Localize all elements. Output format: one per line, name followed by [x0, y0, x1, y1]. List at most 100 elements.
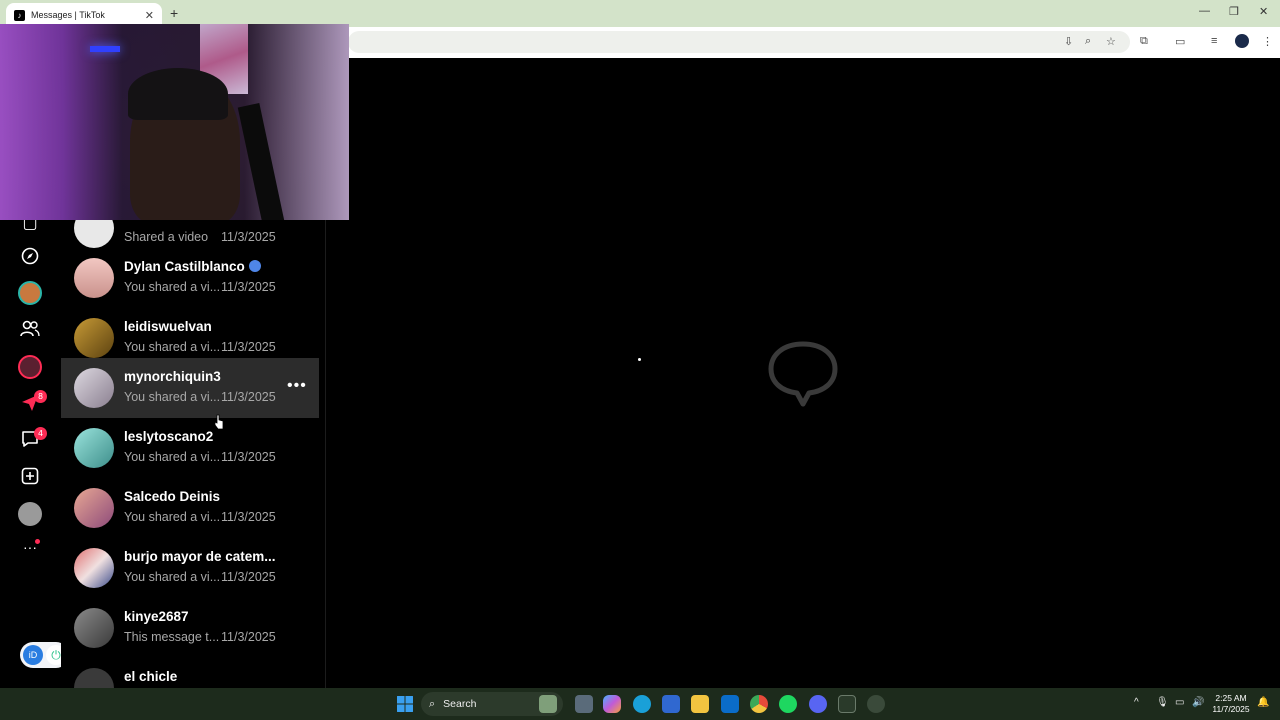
- chat-panel: [327, 58, 1280, 688]
- conversation-preview: You shared a vi...: [124, 510, 221, 524]
- conversation-name: mynorchiquin3: [124, 369, 221, 384]
- conversation-date: 11/3/2025: [221, 340, 276, 354]
- file-explorer-icon[interactable]: [691, 695, 709, 713]
- conversation-date: 11/3/2025: [221, 570, 276, 584]
- close-window-button[interactable]: ✕: [1259, 5, 1268, 18]
- left-nav-rail: ▢ 8 4 ···: [0, 215, 60, 688]
- conversation-name-text: Dylan Castilblanco: [124, 259, 245, 274]
- browser-tab-bar: ♪ Messages | TikTok ✕ + — ❐ ✕: [0, 0, 1280, 27]
- conversation-preview: You shared a vi...: [124, 390, 221, 404]
- extension-id-icon[interactable]: iD: [23, 645, 43, 665]
- conversation-more-icon[interactable]: •••: [287, 377, 307, 395]
- conversation-preview: You shared a vi...: [124, 450, 221, 464]
- conversation-date: 11/3/2025: [221, 630, 276, 644]
- search-label: Search: [443, 698, 477, 710]
- clock-time: 2:25 AM: [1215, 693, 1247, 703]
- conversation-row[interactable]: kinye2687 This message t... 11/3/2025: [61, 598, 319, 658]
- microphone-icon[interactable]: 🎙: [1156, 697, 1169, 708]
- volume-icon[interactable]: 🔊: [1192, 697, 1204, 708]
- task-view-icon[interactable]: [575, 695, 593, 713]
- taskbar-clock[interactable]: 2:25 AM 11/7/2025: [1208, 693, 1254, 715]
- conversation-preview: You shared a vi...: [124, 280, 221, 294]
- windows-start-icon[interactable]: [396, 695, 414, 713]
- edge-icon[interactable]: [633, 695, 651, 713]
- conversation-date: 11/3/2025: [221, 510, 276, 524]
- profile-avatar-nav[interactable]: [18, 502, 42, 526]
- conversation-date: 11/3/2025: [221, 390, 276, 404]
- new-tab-button[interactable]: +: [170, 5, 178, 21]
- inbox-badge: 8: [34, 390, 47, 403]
- profile-avatar[interactable]: [1235, 34, 1249, 48]
- conversation-avatar: [74, 428, 114, 468]
- notification-bell-icon[interactable]: 🔔: [1257, 697, 1269, 708]
- address-bar[interactable]: [348, 31, 1130, 53]
- spotify-icon[interactable]: [779, 695, 797, 713]
- create-plus-icon[interactable]: [19, 465, 41, 487]
- chat-bubble-icon: [768, 341, 838, 407]
- settings-app-icon[interactable]: [867, 695, 885, 713]
- conversation-avatar: [74, 548, 114, 588]
- bookmark-star-icon[interactable]: ☆: [1106, 35, 1116, 48]
- messages-badge: 4: [34, 427, 47, 440]
- conversation-row[interactable]: Salcedo Deinis You shared a vi... 11/3/2…: [61, 478, 319, 538]
- conversation-preview: You shared a vi...: [124, 340, 221, 354]
- conversation-avatar: [74, 608, 114, 648]
- copilot-icon[interactable]: [603, 695, 621, 713]
- tiktok-icon: ♪: [14, 9, 25, 21]
- conversation-name: burjo mayor de catem...: [124, 549, 276, 564]
- conversation-avatar: [74, 668, 114, 688]
- clock-date: 11/7/2025: [1212, 704, 1250, 714]
- side-panel-icon[interactable]: ▭: [1175, 35, 1185, 48]
- following-avatar[interactable]: [18, 281, 42, 305]
- chrome-icon[interactable]: [750, 695, 768, 713]
- conversation-row[interactable]: Dylan Castilblanco You shared a vi... 11…: [61, 248, 319, 308]
- widgets-icon[interactable]: [539, 695, 557, 713]
- conversation-name: leslytoscano2: [124, 429, 214, 444]
- conversation-name: leidiswuelvan: [124, 319, 212, 334]
- network-icon[interactable]: ▭: [1175, 697, 1184, 708]
- tray-chevron-icon[interactable]: ^: [1134, 697, 1139, 708]
- app-icon[interactable]: [838, 695, 856, 713]
- conversation-name: kinye2687: [124, 609, 189, 624]
- outlook-icon[interactable]: [721, 695, 739, 713]
- conversation-date: 11/3/2025: [221, 230, 276, 244]
- hand-cursor-icon: [214, 414, 224, 430]
- conversation-row-hovered[interactable]: mynorchiquin3 You shared a vi... 11/3/20…: [61, 358, 319, 418]
- conversation-avatar: [74, 368, 114, 408]
- tab-close-icon[interactable]: ✕: [145, 9, 154, 22]
- live-avatar[interactable]: [18, 355, 42, 379]
- conversation-row[interactable]: el chicle: [61, 658, 319, 688]
- conversation-preview: This message t...: [124, 630, 220, 644]
- explore-compass-icon[interactable]: [19, 245, 41, 267]
- friends-icon[interactable]: [19, 318, 41, 340]
- discord-icon[interactable]: [809, 695, 827, 713]
- install-app-icon[interactable]: ⇩: [1064, 35, 1073, 48]
- conversation-avatar: [74, 318, 114, 358]
- conversation-avatar: [74, 258, 114, 298]
- conversation-row[interactable]: leslytoscano2 You shared a vi... 11/3/20…: [61, 418, 319, 478]
- tab-title: Messages | TikTok: [31, 10, 105, 20]
- search-icon: ⌕: [429, 697, 436, 710]
- conversation-date: 11/3/2025: [221, 280, 276, 294]
- streamer-cap: [128, 68, 228, 120]
- webcam-overlay: [0, 24, 349, 220]
- browser-menu-icon[interactable]: ⋮: [1262, 35, 1273, 48]
- conversation-preview: You shared a vi...: [124, 570, 221, 584]
- conversation-name: Dylan Castilblanco: [124, 259, 261, 274]
- extensions-icon[interactable]: ⧉: [1140, 35, 1148, 48]
- conversation-list: Shared a video 11/3/2025 Dylan Castilbla…: [61, 220, 326, 688]
- loading-dot: [638, 358, 641, 361]
- verified-badge-icon: [248, 260, 261, 272]
- conversation-name: Salcedo Deinis: [124, 489, 221, 504]
- conversation-row[interactable]: burjo mayor de catem... You shared a vi.…: [61, 538, 319, 598]
- zoom-icon[interactable]: ⌕: [1085, 35, 1091, 48]
- conversation-date: 11/3/2025: [221, 450, 276, 464]
- minimize-button[interactable]: —: [1199, 5, 1210, 17]
- store-icon[interactable]: [662, 695, 680, 713]
- more-notification-dot: [35, 539, 40, 544]
- conversation-preview: Shared a video: [124, 230, 209, 244]
- restore-button[interactable]: ❐: [1229, 5, 1239, 18]
- media-controls-icon[interactable]: ≡: [1211, 35, 1217, 47]
- conversation-avatar: [74, 488, 114, 528]
- conversation-avatar: [74, 220, 114, 248]
